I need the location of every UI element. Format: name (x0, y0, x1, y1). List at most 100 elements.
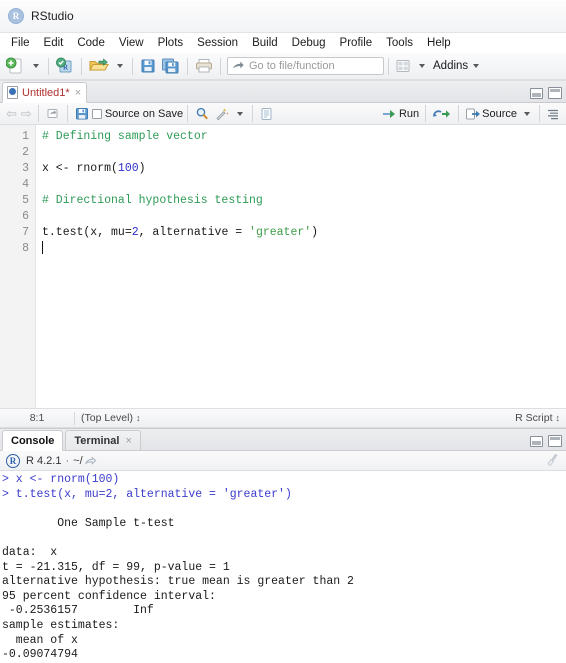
open-file-button[interactable] (86, 55, 112, 77)
menu-plots[interactable]: Plots (151, 35, 191, 51)
minimize-pane-icon[interactable] (530, 435, 543, 447)
file-type-selector[interactable]: R Script ↕ (515, 412, 560, 424)
tab-terminal-label: Terminal (74, 434, 120, 447)
clear-console-icon[interactable] (545, 451, 562, 469)
back-arrow-icon[interactable]: ⇦ (4, 106, 19, 122)
console-output-line: alternative hypothesis: true mean is gre… (2, 575, 354, 589)
menu-session[interactable]: Session (190, 35, 245, 51)
chevron-down-icon (419, 64, 425, 68)
open-directory-icon (84, 455, 96, 465)
line-number: 3 (22, 162, 29, 175)
r-version-label: R 4.2.1 (26, 454, 62, 467)
save-all-button[interactable] (159, 55, 183, 77)
code-line (42, 241, 566, 257)
source-on-save-checkbox[interactable] (91, 108, 102, 119)
menu-code[interactable]: Code (70, 35, 112, 51)
line-number: 7 (22, 226, 29, 239)
code-token: 100 (117, 162, 139, 175)
menu-help[interactable]: Help (420, 35, 458, 51)
cursor-position: 8:1 (29, 412, 45, 424)
toolbar-divider (48, 57, 49, 75)
new-file-dropdown[interactable] (28, 55, 44, 77)
toolbar-divider (187, 105, 189, 122)
maximize-pane-icon[interactable] (548, 87, 562, 99)
menu-file[interactable]: File (4, 35, 37, 51)
goto-file-function-input[interactable]: Go to file/function (227, 57, 384, 75)
workspace-panes-dropdown[interactable] (414, 55, 430, 77)
new-project-button[interactable]: R (53, 55, 77, 77)
line-number: 4 (22, 178, 29, 191)
addins-label: Addins (433, 60, 469, 72)
code-token: t.test(x, mu= (42, 226, 132, 239)
working-directory-label[interactable]: ~/ (73, 455, 82, 467)
code-tools-button[interactable] (212, 103, 232, 125)
code-tools-dropdown[interactable] (232, 103, 248, 125)
menu-profile[interactable]: Profile (333, 35, 380, 51)
line-number: 8 (22, 242, 29, 255)
line-number: 5 (22, 194, 29, 207)
code-line: t.test(x, mu=2, alternative = 'greater') (42, 225, 566, 241)
menu-build[interactable]: Build (245, 35, 285, 51)
code-token: ) (138, 162, 146, 175)
find-replace-button[interactable] (192, 103, 212, 125)
console-output[interactable]: > x <- rnorm(100) > t.test(x, mu=2, alter… (0, 471, 566, 663)
source-toolbar: ⇦ ⇨ Source on Save Run Source (0, 103, 566, 125)
tab-terminal[interactable]: Terminal × (65, 430, 141, 451)
code-token: # Defining sample vector (42, 130, 208, 143)
menu-tools[interactable]: Tools (379, 35, 420, 51)
close-icon[interactable]: × (125, 435, 131, 447)
title-bar: R RStudio (0, 0, 566, 33)
console-output-line: sample estimates: (2, 618, 120, 632)
r-logo-icon: R (6, 453, 20, 468)
rerun-button[interactable] (430, 103, 454, 125)
toolbar-divider (187, 57, 188, 75)
compile-report-button[interactable] (257, 103, 275, 125)
save-button[interactable] (137, 55, 159, 77)
minimize-pane-icon[interactable] (530, 87, 543, 99)
tab-console-label: Console (11, 434, 55, 447)
r-document-icon (7, 86, 18, 99)
run-label: Run (398, 107, 420, 120)
menu-view[interactable]: View (112, 35, 151, 51)
source-pane-controls (530, 87, 562, 99)
document-outline-button[interactable] (544, 103, 562, 125)
save-document-button[interactable] (72, 103, 92, 125)
code-line: x <- rnorm(100) (42, 161, 566, 177)
menu-debug[interactable]: Debug (285, 35, 333, 51)
console-output-line: One Sample t-test (2, 516, 175, 530)
main-toolbar: R Go to file/function Addins (0, 53, 566, 80)
updown-icon: ↕ (135, 412, 141, 423)
code-editor[interactable]: 1 2 3 4 5 6 7 8 # Defining sample vector… (0, 125, 566, 408)
source-dropdown[interactable] (519, 103, 535, 125)
code-token: ) (311, 226, 319, 239)
addins-dropdown[interactable] (468, 55, 484, 77)
console-pane: Console Terminal × R R 4.2.1 · ~/ > x <-… (0, 428, 566, 663)
source-button[interactable]: Source (463, 103, 519, 125)
line-number-gutter: 1 2 3 4 5 6 7 8 (0, 125, 36, 408)
toolbar-divider (66, 105, 68, 122)
source-status-bar: 8:1 (Top Level) ↕ R Script ↕ (0, 408, 566, 427)
new-file-button[interactable] (4, 55, 28, 77)
source-tab-untitled1[interactable]: Untitled1* × (2, 82, 88, 103)
console-input-line: > t.test(x, mu=2, alternative = 'greater… (2, 487, 292, 501)
tab-console[interactable]: Console (2, 430, 64, 451)
print-button[interactable] (192, 55, 216, 77)
source-on-save-label: Source on Save (104, 107, 184, 120)
show-in-new-window-button[interactable] (43, 103, 63, 125)
text-caret (42, 241, 43, 254)
menu-edit[interactable]: Edit (37, 35, 71, 51)
rstudio-window: R RStudio File Edit Code View Plots Sess… (0, 0, 566, 663)
maximize-pane-icon[interactable] (548, 435, 562, 447)
toolbar-divider (539, 105, 540, 122)
close-icon[interactable]: × (75, 87, 81, 99)
open-file-dropdown[interactable] (112, 55, 128, 77)
workspace-panes-button[interactable] (393, 55, 414, 77)
scope-selector[interactable]: (Top Level) ↕ (81, 412, 140, 424)
toolbar-divider (132, 57, 133, 75)
code-text[interactable]: # Defining sample vector x <- rnorm(100)… (36, 125, 566, 408)
run-button[interactable]: Run (380, 103, 421, 125)
forward-arrow-icon[interactable]: ⇨ (19, 106, 34, 122)
